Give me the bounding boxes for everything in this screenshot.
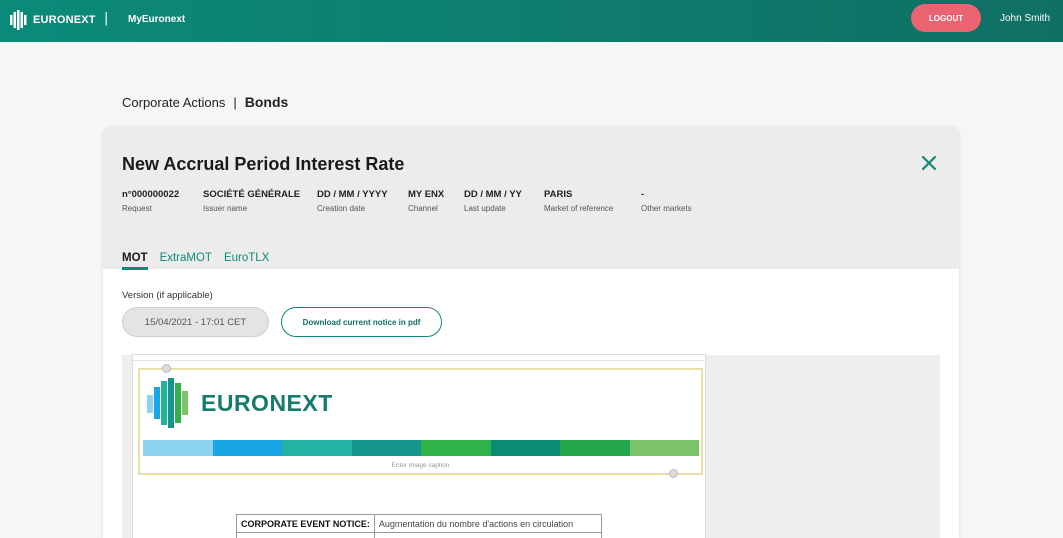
- breadcrumb-separator: |: [233, 95, 237, 110]
- ruler: [133, 355, 707, 361]
- stripe: [560, 440, 630, 456]
- meta-market: PARIS Market of reference: [544, 189, 613, 213]
- image-block[interactable]: EURONEXT Enter image caption: [138, 364, 703, 478]
- stripe: [212, 440, 282, 456]
- table-cell-value: [373, 532, 602, 538]
- tab-extramot[interactable]: ExtraMOT: [160, 252, 212, 270]
- image-caption[interactable]: Enter image caption: [140, 462, 701, 469]
- meta-creation-date: DD / MM / YYYY Creation date: [317, 189, 388, 213]
- market-tabs: MOT ExtraMOT EuroTLX: [122, 252, 269, 270]
- app-name[interactable]: MyEuronext: [128, 14, 185, 25]
- tab-eurotlx[interactable]: EuroTLX: [224, 252, 269, 270]
- table-cell-key: [236, 532, 375, 538]
- document-preview[interactable]: EURONEXT Enter image caption CORPORATE E…: [132, 354, 707, 538]
- resize-handle[interactable]: [162, 364, 171, 373]
- meta-value: DD / MM / YY: [464, 189, 522, 200]
- meta-label: Creation date: [317, 204, 366, 213]
- download-pdf-button[interactable]: Download current notice in pdf: [281, 307, 442, 337]
- color-stripes: [143, 440, 699, 456]
- stripe: [143, 440, 213, 456]
- table-cell-key: CORPORATE EVENT NOTICE:: [236, 514, 375, 533]
- stripe: [490, 440, 560, 456]
- stripe: [629, 440, 699, 456]
- notice-card: New Accrual Period Interest Rate n°00000…: [103, 126, 959, 538]
- breadcrumb-parent[interactable]: Corporate Actions: [122, 95, 225, 110]
- brand-name: EURONEXT: [33, 14, 96, 26]
- meta-request: n°000000022 Request: [122, 189, 179, 213]
- table-row: CORPORATE EVENT NOTICE: Augmentation du …: [236, 514, 602, 533]
- logout-button[interactable]: LOGOUT: [911, 4, 981, 32]
- meta-last-update: DD / MM / YY Last update: [464, 189, 522, 213]
- euronext-logo-icon: [147, 378, 188, 428]
- tab-mot[interactable]: MOT: [122, 252, 148, 270]
- table-row: [236, 532, 602, 538]
- stripe: [421, 440, 491, 456]
- meta-label: Market of reference: [544, 204, 614, 213]
- document-logo: EURONEXT: [145, 377, 333, 429]
- meta-value: -: [641, 189, 645, 200]
- meta-value: SOCIÉTÉ GÉNÉRALE: [203, 189, 301, 200]
- meta-label: Issuer name: [203, 204, 248, 213]
- meta-label: Channel: [408, 204, 438, 213]
- user-name[interactable]: John Smith: [1000, 13, 1050, 24]
- meta-value: n°000000022: [122, 189, 180, 200]
- brand-logo[interactable]: EURONEXT: [9, 9, 96, 31]
- meta-issuer: SOCIÉTÉ GÉNÉRALE Issuer name: [203, 189, 300, 213]
- meta-value: PARIS: [544, 189, 573, 200]
- top-bar: EURONEXT | MyEuronext LOGOUT John Smith: [0, 0, 1063, 42]
- meta-channel: MY ENX Channel: [408, 189, 444, 213]
- meta-value: DD / MM / YYYY: [317, 189, 388, 200]
- stripe: [282, 440, 352, 456]
- notice-title: New Accrual Period Interest Rate: [122, 154, 405, 174]
- version-select[interactable]: 15/04/2021 - 17:01 CET: [122, 307, 269, 337]
- breadcrumb: Corporate Actions | Bonds: [122, 94, 288, 110]
- document-logo-text: EURONEXT: [201, 389, 333, 416]
- meta-other-markets: - Other markets: [641, 189, 692, 213]
- stripe: [351, 440, 421, 456]
- version-label: Version (if applicable): [122, 290, 213, 301]
- breadcrumb-current: Bonds: [244, 94, 289, 110]
- header-separator: |: [104, 11, 109, 26]
- meta-value: MY ENX: [408, 189, 445, 200]
- notice-table: CORPORATE EVENT NOTICE: Augmentation du …: [236, 514, 602, 538]
- close-icon[interactable]: [918, 152, 940, 174]
- meta-label: Request: [122, 204, 152, 213]
- meta-label: Other markets: [641, 204, 692, 213]
- table-cell-value: Augmentation du nombre d'actions en circ…: [373, 514, 602, 533]
- notice-header: New Accrual Period Interest Rate n°00000…: [103, 126, 959, 270]
- meta-label: Last update: [464, 204, 506, 213]
- euronext-logo-icon: [10, 10, 27, 30]
- resize-handle[interactable]: [669, 469, 678, 478]
